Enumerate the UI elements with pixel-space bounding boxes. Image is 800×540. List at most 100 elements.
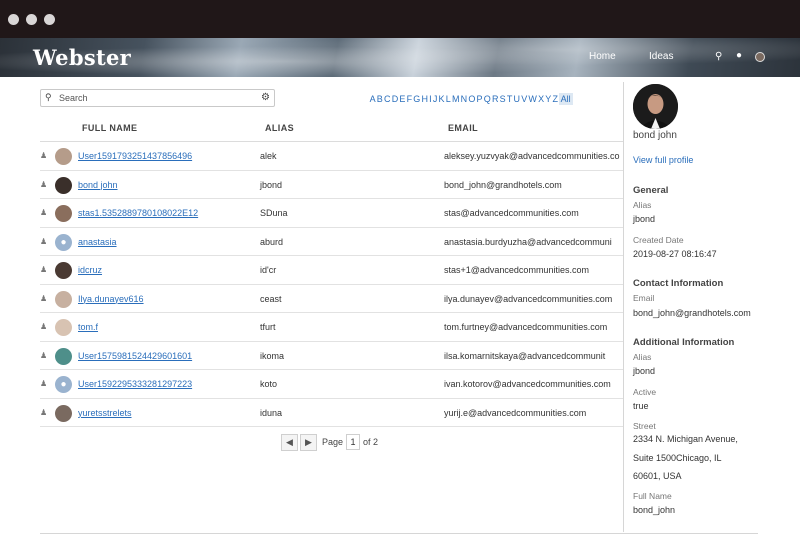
field-label-active: Active: [633, 387, 657, 397]
user-avatar: ●: [55, 233, 72, 251]
nav-ideas[interactable]: Ideas: [649, 51, 673, 62]
user-email: aleksey.yuzvyak@advancedcommunities.co: [444, 151, 620, 161]
user-role-icon: ♟: [40, 179, 48, 189]
user-email: ivan.kotorov@advancedcommunities.com: [444, 379, 611, 389]
alphabet-letter[interactable]: U: [513, 93, 521, 105]
user-avatar: [55, 319, 72, 336]
user-avatar: [55, 205, 72, 222]
user-alias: ikoma: [260, 350, 285, 361]
table-row[interactable]: ♟ Ilya.dunayev616 ceast ilya.dunayev@advanc…: [40, 285, 623, 313]
table-row[interactable]: ♟ User1575981524429601601 ikoma ilsa.komarn…: [40, 342, 623, 370]
user-alias: aburd: [260, 236, 284, 247]
alphabet-letter[interactable]: N: [460, 93, 468, 105]
field-label-alias-2: Alias: [633, 352, 652, 362]
user-alias: id'cr: [260, 265, 277, 275]
next-page-button[interactable]: ▶: [300, 433, 317, 451]
user-name-link[interactable]: tom.f: [78, 322, 98, 332]
search-input[interactable]: ⚲ Search ⚙: [40, 89, 275, 107]
table-row[interactable]: ♟ stas1.5352889780108022E12 SDuna stas@adva…: [40, 199, 623, 228]
column-header-alias[interactable]: ALIAS: [265, 123, 294, 133]
alphabet-letter[interactable]: W: [528, 93, 538, 105]
alphabet-letter[interactable]: Y: [545, 93, 552, 105]
user-alias: ceast: [260, 293, 282, 304]
alphabet-letter[interactable]: K: [438, 93, 445, 105]
page-label: Page: [322, 437, 344, 447]
alphabet-letter[interactable]: F: [406, 93, 413, 105]
footer-divider: [40, 533, 758, 534]
user-alias: iduna: [260, 407, 283, 418]
window-dot-icon[interactable]: [44, 14, 55, 25]
alphabet-letter[interactable]: Q: [483, 93, 491, 105]
alphabet-letter[interactable]: E: [399, 93, 406, 105]
user-alias: jbond: [260, 179, 283, 190]
field-value-alias-2: jbond: [633, 366, 656, 376]
table-row[interactable]: ♟ yuretsstrelets iduna yurij.e@advancedcomm…: [40, 399, 623, 427]
window-dot-icon[interactable]: [26, 14, 37, 25]
user-name-link[interactable]: bond john: [78, 180, 118, 190]
alphabet-letter[interactable]: X: [538, 93, 545, 105]
alphabet-letter[interactable]: D: [391, 93, 399, 105]
alphabet-letter[interactable]: T: [506, 93, 513, 105]
user-alias: alek: [260, 151, 277, 161]
user-name-link[interactable]: User1591793251437856496: [78, 151, 192, 161]
field-label-email: Email: [633, 293, 655, 303]
user-email: ilya.dunayev@advancedcommunities.com: [444, 293, 613, 304]
alphabet-letter[interactable]: V: [521, 93, 528, 105]
alphabet-letter[interactable]: P: [476, 93, 483, 105]
alphabet-letter[interactable]: H: [421, 93, 429, 105]
alphabet-letter[interactable]: G: [413, 93, 421, 105]
user-name-link[interactable]: anastasia: [78, 237, 117, 247]
user-avatar[interactable]: [755, 52, 765, 62]
user-name-link[interactable]: stas1.5352889780108022E12: [78, 208, 198, 218]
prev-page-button[interactable]: ◀: [281, 433, 298, 451]
table-row[interactable]: ♟ tom.f tfurt tom.furtney@advancedcommuniti…: [40, 313, 623, 342]
alphabet-letter[interactable]: S: [499, 93, 506, 105]
user-role-icon: ♟: [40, 322, 48, 331]
alphabet-letter[interactable]: R: [491, 93, 499, 105]
user-role-icon: ♟: [40, 350, 48, 360]
search-icon[interactable]: ⚲: [715, 51, 722, 62]
field-value-street-1: 2334 N. Michigan Avenue,: [633, 434, 738, 444]
user-name-link[interactable]: idcruz: [78, 265, 102, 275]
alphabet-letter[interactable]: C: [383, 93, 391, 105]
user-role-icon: ♟: [40, 236, 48, 246]
users-table: FULL NAME ALIAS EMAIL ♟ User1591793251437…: [40, 114, 623, 427]
column-header-name[interactable]: FULL NAME: [82, 123, 137, 133]
user-email: stas+1@advancedcommunities.com: [444, 265, 589, 275]
alphabet-letter[interactable]: All: [558, 93, 573, 105]
nav-home[interactable]: Home: [589, 51, 616, 62]
alphabet-letter[interactable]: M: [451, 93, 460, 105]
bell-icon[interactable]: ●: [736, 50, 742, 61]
field-label-created: Created Date: [633, 235, 684, 245]
page-total: of 2: [363, 437, 379, 447]
window-dot-icon[interactable]: [8, 14, 19, 25]
table-row[interactable]: ♟ idcruz id'cr stas+1@advancedcommunities.c…: [40, 256, 623, 285]
field-label-alias: Alias: [633, 200, 652, 210]
table-row[interactable]: ♟ User1591793251437856496 alek aleksey.yuzv…: [40, 142, 623, 171]
view-full-profile-link[interactable]: View full profile: [633, 155, 693, 165]
pagination: ◀ ▶ Page 1 of 2: [281, 433, 381, 451]
app-logo[interactable]: Webster: [33, 45, 131, 70]
user-role-icon: ♟: [40, 265, 48, 274]
field-value-active: true: [633, 401, 649, 411]
table-row[interactable]: ♟ bond john jbond bond_john@grandhotels.com: [40, 171, 623, 199]
alphabet-letter[interactable]: Z: [552, 93, 559, 105]
table-row[interactable]: ♟ ● User1592295333281297223 koto ivan.kotoro…: [40, 370, 623, 399]
user-name-link[interactable]: User1592295333281297223: [78, 379, 192, 389]
user-avatar: [55, 290, 72, 308]
column-header-email[interactable]: EMAIL: [448, 123, 478, 133]
section-title-contact: Contact Information: [633, 278, 724, 289]
user-name-link[interactable]: Ilya.dunayev616: [78, 294, 144, 304]
alphabet-letter[interactable]: O: [468, 93, 476, 105]
user-name-link[interactable]: yuretsstrelets: [78, 408, 132, 418]
gear-icon[interactable]: ⚙: [261, 92, 270, 103]
alphabet-letter[interactable]: B: [376, 93, 383, 105]
user-role-icon: ♟: [40, 379, 48, 388]
page-number-input[interactable]: 1: [346, 434, 361, 450]
section-title-general: General: [633, 185, 669, 196]
alphabet-letter[interactable]: A: [369, 93, 376, 105]
user-name-link[interactable]: User1575981524429601601: [78, 351, 192, 361]
user-avatar: [55, 262, 72, 279]
table-row[interactable]: ♟ ● anastasia aburd anastasia.burdyuzha@adva…: [40, 228, 623, 256]
user-avatar: ●: [55, 376, 72, 393]
